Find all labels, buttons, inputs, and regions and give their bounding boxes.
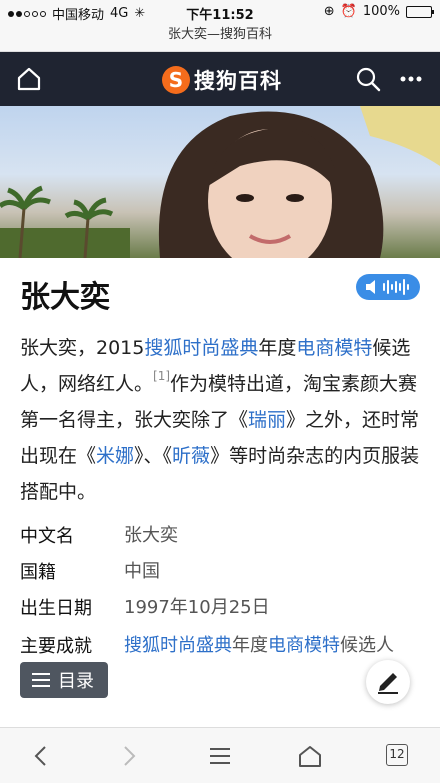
info-label: 出生日期 [20, 598, 92, 619]
info-text: 候选人 [340, 635, 394, 656]
battery-icon [406, 5, 434, 18]
info-value: 1997年10月25日 [124, 597, 270, 618]
info-label: 中文名 [20, 526, 74, 547]
summary-text: 张大奕，2015 [20, 337, 145, 359]
page-title: 张大奕 [20, 280, 110, 315]
info-value: 搜狐时尚盛典年度电商模特候选人 [124, 632, 420, 660]
home-icon[interactable] [16, 66, 42, 92]
info-text: 年度 [232, 635, 268, 656]
pencil-icon [378, 673, 398, 694]
menu-icon [32, 673, 50, 687]
summary-text: 年度 [258, 337, 297, 359]
toc-label: 目录 [58, 671, 94, 692]
sogou-baike-logo[interactable]: S 搜狗百科 [162, 65, 282, 95]
portrait-illustration [158, 106, 440, 258]
site-header: S 搜狗百科 [0, 52, 440, 106]
toc-button[interactable]: 目录 [20, 662, 108, 698]
edit-button[interactable] [366, 660, 410, 704]
info-value: 张大奕 [124, 525, 178, 546]
search-icon[interactable] [355, 66, 381, 92]
link-ruili[interactable]: 瑞丽 [248, 409, 286, 431]
audio-play-button[interactable] [356, 274, 420, 300]
link-ecommerce-model[interactable]: 电商模特 [296, 337, 372, 359]
summary-text: 》、《 [134, 445, 173, 467]
menu-icon[interactable] [208, 744, 232, 768]
more-icon[interactable] [398, 66, 424, 92]
forward-icon[interactable] [116, 744, 140, 768]
speaker-icon [366, 279, 409, 295]
hero-photo [0, 106, 440, 258]
tab-count-button[interactable]: 12 [386, 744, 408, 766]
info-value: 中国 [124, 561, 160, 582]
palm-trees-illustration [0, 185, 130, 258]
link-xinwei[interactable]: 昕薇 [172, 445, 210, 467]
browser-toolbar: 12 [0, 727, 440, 783]
home-icon[interactable] [298, 744, 322, 768]
alarm-icon: ⏰ [340, 4, 357, 19]
reference-marker[interactable]: [1] [153, 369, 170, 383]
rotation-lock-icon: ⊕ [323, 4, 335, 19]
status-bar: 中国移动 4G ✳ 下午11:52 ⊕ ⏰ 100% [0, 0, 440, 24]
info-label: 主要成就 [20, 636, 92, 657]
battery-percent: 100% [362, 4, 400, 19]
page-url-title[interactable]: 张大奕—搜狗百科 [0, 24, 440, 52]
logo-mark: S [162, 66, 190, 94]
link-souhu-fashion[interactable]: 搜狐时尚盛典 [144, 337, 258, 359]
link-mina[interactable]: 米娜 [96, 445, 134, 467]
status-right: ⊕ ⏰ 100% [323, 4, 434, 19]
back-icon[interactable] [30, 744, 54, 768]
link-ecommerce-model[interactable]: 电商模特 [268, 635, 340, 656]
link-souhu-fashion[interactable]: 搜狐时尚盛典 [124, 635, 232, 656]
article-summary: 张大奕，2015搜狐时尚盛典年度电商模特候选人，网络红人。[1]作为模特出道，淘… [20, 330, 420, 510]
info-label: 国籍 [20, 562, 56, 583]
logo-text: 搜狗百科 [194, 69, 282, 93]
